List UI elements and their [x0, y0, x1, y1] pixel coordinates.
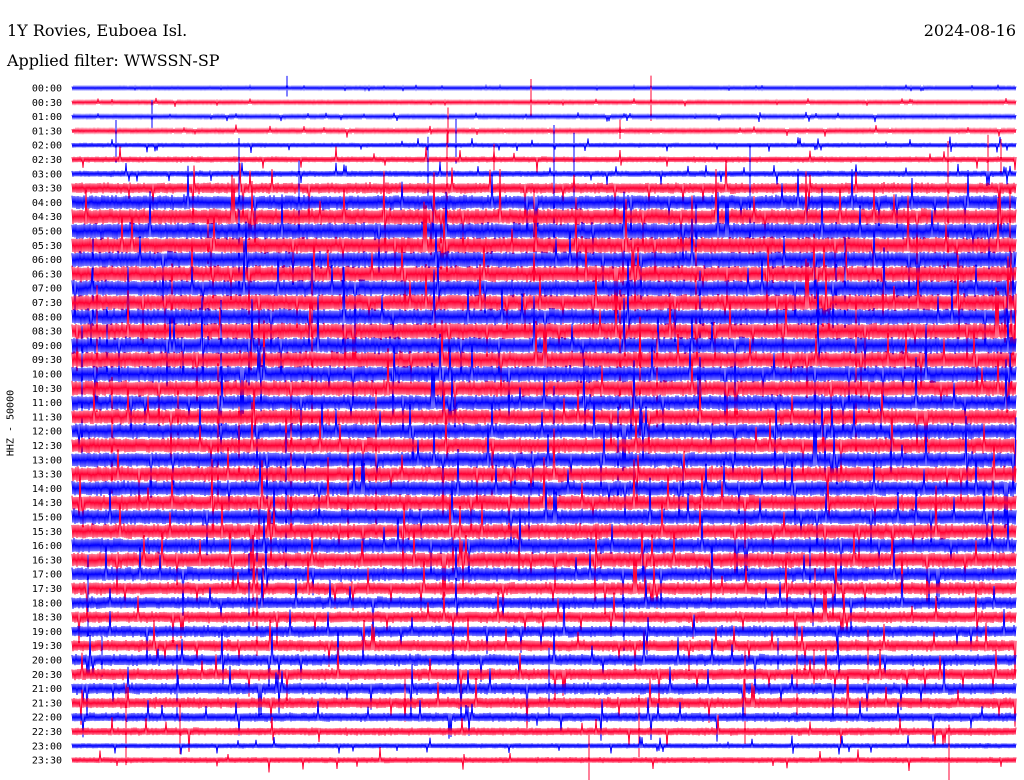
time-tick-label: 15:00 [32, 513, 62, 524]
time-tick-label: 06:00 [32, 255, 62, 266]
trace-row [71, 598, 1017, 665]
time-tick-label: 13:30 [32, 470, 62, 481]
time-tick-label: 20:00 [32, 656, 62, 667]
trace-row [71, 100, 1017, 129]
time-tick-label: 17:30 [32, 584, 62, 595]
trace-row [71, 617, 1017, 675]
time-tick-label: 10:00 [32, 370, 62, 381]
time-tick-label: 12:00 [32, 427, 62, 438]
trace-row [71, 75, 1017, 97]
time-tick-label: 17:00 [32, 570, 62, 581]
time-tick-label: 03:00 [32, 169, 62, 180]
time-tick-label: 00:00 [32, 84, 62, 95]
trace-row [71, 627, 1017, 694]
time-tick-label: 15:30 [32, 527, 62, 538]
time-tick-label: 02:00 [32, 141, 62, 152]
trace-row [71, 683, 1017, 766]
time-tick-label: 01:00 [32, 112, 62, 123]
time-tick-label: 10:30 [32, 384, 62, 395]
time-tick-label: 19:00 [32, 627, 62, 638]
time-tick-label: 06:30 [32, 269, 62, 280]
time-tick-label: 22:00 [32, 713, 62, 724]
time-tick-label: 09:00 [32, 341, 62, 352]
time-tick-label: 11:30 [32, 412, 62, 423]
trace-row [71, 735, 1017, 755]
time-tick-label: 23:30 [32, 756, 62, 767]
time-tick-label: 18:30 [32, 613, 62, 624]
time-tick-label: 05:30 [32, 241, 62, 252]
time-tick-label: 21:30 [32, 698, 62, 709]
time-tick-label: 07:30 [32, 298, 62, 309]
helicorder-plot: 00:00 00:30 01:00 01:30 02:00 02:30 03:00 03:30… [32, 75, 1017, 780]
time-tick-label: 12:30 [32, 441, 62, 452]
time-tick-label: 21:00 [32, 684, 62, 695]
time-tick-label: 01:30 [32, 126, 62, 137]
time-tick-label: 08:30 [32, 327, 62, 338]
time-tick-label: 02:30 [32, 155, 62, 166]
time-tick-label: 03:30 [32, 184, 62, 195]
time-tick-label: 18:00 [32, 598, 62, 609]
time-tick-label: 05:00 [32, 227, 62, 238]
time-tick-label: 13:00 [32, 455, 62, 466]
time-tick-label: 04:00 [32, 198, 62, 209]
time-tick-label: 08:00 [32, 312, 62, 323]
time-tick-label: 14:00 [32, 484, 62, 495]
time-tick-label: 16:30 [32, 555, 62, 566]
time-tick-label: 09:30 [32, 355, 62, 366]
time-tick-label: 22:30 [32, 727, 62, 738]
trace-row [71, 134, 1017, 177]
time-tick-label: 16:00 [32, 541, 62, 552]
time-tick-label: 14:30 [32, 498, 62, 509]
time-tick-label: 23:00 [32, 741, 62, 752]
time-tick-label: 00:30 [32, 98, 62, 109]
trace-row [71, 553, 1017, 638]
time-tick-label: 04:30 [32, 212, 62, 223]
time-tick-label: 07:00 [32, 284, 62, 295]
time-tick-label: 11:00 [32, 398, 62, 409]
helicorder-page: 1Y Rovies, Euboea Isl. 2024-08-16 Applie… [0, 0, 1024, 780]
time-tick-label: 20:30 [32, 670, 62, 681]
time-tick-label: 19:30 [32, 641, 62, 652]
